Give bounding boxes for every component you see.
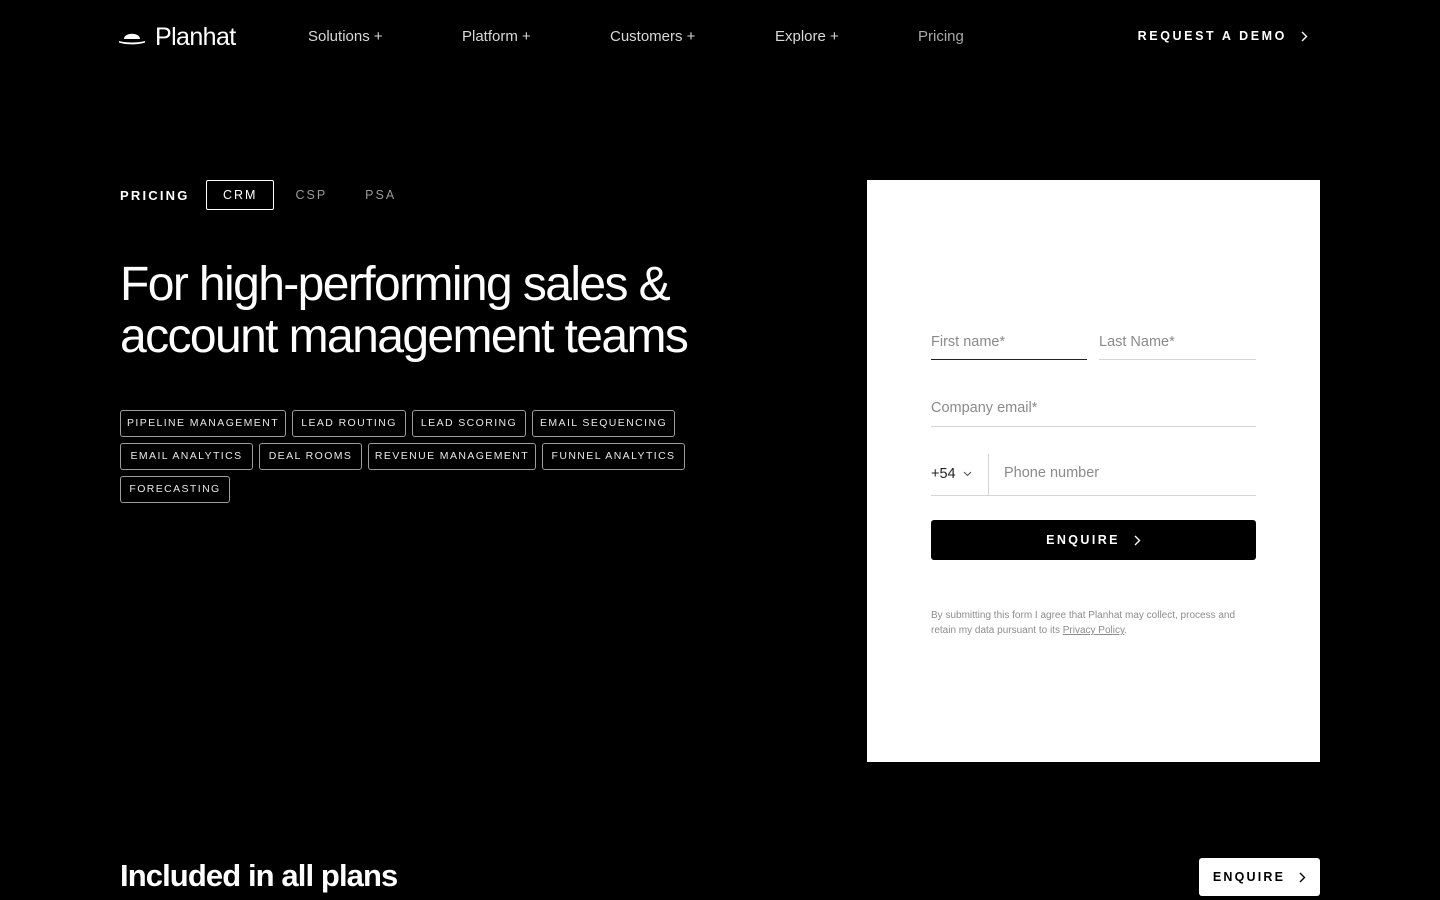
enquire-label: ENQUIRE xyxy=(1212,870,1286,884)
chevron-right-icon xyxy=(1134,535,1141,545)
feature-tag: LEAD ROUTING xyxy=(292,410,406,437)
nav-pricing[interactable]: Pricing xyxy=(918,28,964,45)
tab-crm[interactable]: CRM xyxy=(206,180,275,210)
phone-input[interactable] xyxy=(1004,454,1256,481)
legal-disclaimer: By submitting this form I agree that Pla… xyxy=(931,608,1261,638)
nav-solutions[interactable]: Solutions + xyxy=(308,28,383,45)
request-demo-label: REQUEST A DEMO xyxy=(1137,29,1287,43)
enquire-submit-button[interactable]: ENQUIRE xyxy=(931,520,1256,560)
nav-explore[interactable]: Explore + xyxy=(775,28,839,45)
feature-tag: FUNNEL ANALYTICS xyxy=(542,443,685,470)
chevron-right-icon xyxy=(1299,872,1306,882)
chevron-right-icon xyxy=(1301,31,1308,41)
nav-platform[interactable]: Platform + xyxy=(462,28,531,45)
first-name-field xyxy=(931,326,1087,360)
legal-suffix: . xyxy=(1124,625,1128,636)
pricing-label: PRICING xyxy=(120,187,190,203)
hat-icon xyxy=(119,33,145,44)
phone-field xyxy=(989,454,1256,496)
enquire-submit-label: ENQUIRE xyxy=(1046,533,1120,547)
feature-tag: EMAIL ANALYTICS xyxy=(120,443,253,470)
feature-tag: LEAD SCORING xyxy=(412,410,526,437)
country-code-value: +54 xyxy=(931,465,956,482)
tab-psa[interactable]: PSA xyxy=(348,180,413,210)
feature-tag: REVENUE MANAGEMENT xyxy=(368,443,536,470)
last-name-field xyxy=(1099,326,1256,360)
company-email-input[interactable] xyxy=(931,392,1256,416)
company-email-field xyxy=(931,392,1256,427)
brand-logo[interactable]: Planhat xyxy=(118,23,236,52)
page-headline: For high-performing sales & account mana… xyxy=(120,258,689,363)
first-name-input[interactable] xyxy=(931,326,1087,350)
feature-tag: EMAIL SEQUENCING xyxy=(532,410,675,437)
tab-csp[interactable]: CSP xyxy=(278,180,344,210)
privacy-policy-link[interactable]: Privacy Policy xyxy=(1063,625,1125,636)
nav-customers[interactable]: Customers + xyxy=(610,28,695,45)
chevron-down-icon xyxy=(963,471,971,476)
top-navigation: Planhat Solutions + Platform + Customers… xyxy=(0,0,1440,74)
brand-name: Planhat xyxy=(155,23,236,51)
feature-tag: FORECASTING xyxy=(120,476,230,503)
country-code-select[interactable]: +54 xyxy=(931,454,989,496)
product-tabs: PRICING CRM CSP PSA xyxy=(120,180,417,210)
request-demo-button[interactable]: REQUEST A DEMO xyxy=(1138,29,1308,43)
enquire-button[interactable]: ENQUIRE xyxy=(1199,858,1320,896)
pricing-page: Planhat Solutions + Platform + Customers… xyxy=(0,0,1440,900)
feature-tag: DEAL ROOMS xyxy=(259,443,362,470)
feature-tag: PIPELINE MANAGEMENT xyxy=(120,410,286,437)
included-plans-title: Included in all plans xyxy=(120,858,398,893)
last-name-input[interactable] xyxy=(1099,326,1256,350)
